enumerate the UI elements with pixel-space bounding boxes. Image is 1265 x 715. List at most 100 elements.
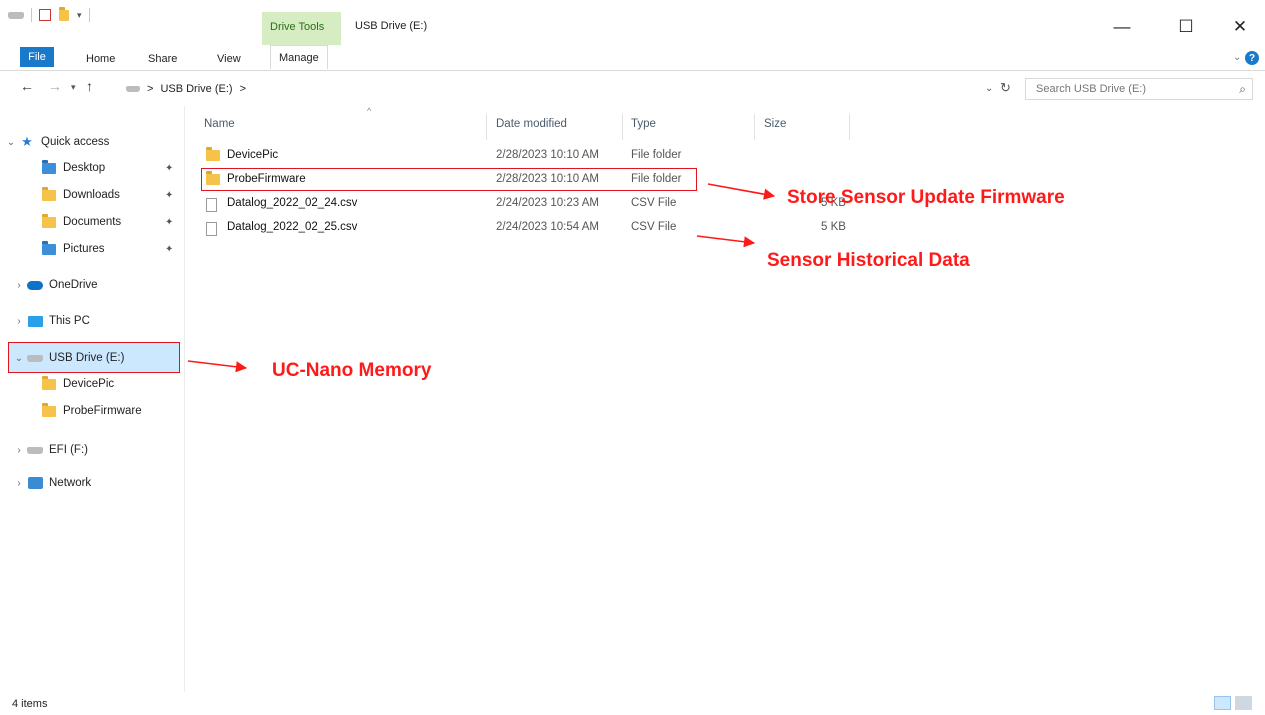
nav-label: Pictures: [63, 243, 105, 255]
column-header-name[interactable]: Name: [204, 118, 235, 130]
expand-ribbon-icon[interactable]: ⌄: [1233, 52, 1241, 63]
computer-icon: [26, 314, 44, 328]
pin-icon[interactable]: ✦: [165, 217, 173, 228]
pin-icon[interactable]: ✦: [165, 190, 173, 201]
column-divider[interactable]: [486, 114, 487, 140]
nav-documents[interactable]: Documents: [40, 210, 121, 234]
tab-view[interactable]: View: [217, 49, 241, 69]
column-header-type[interactable]: Type: [631, 118, 656, 130]
ribbon-tabs: File Home Share View Manage ⌄ ?: [0, 45, 1265, 71]
nav-this-pc[interactable]: › This PC: [12, 309, 90, 333]
table-row[interactable]: Datalog_2022_02_24.csv 2/24/2023 10:23 A…: [200, 194, 846, 215]
download-folder-icon: [40, 186, 58, 202]
file-icon: [206, 198, 217, 212]
drive-icon: [26, 443, 44, 457]
nav-label: OneDrive: [49, 279, 98, 291]
nav-label: ProbeFirmware: [63, 405, 142, 417]
help-icon[interactable]: ?: [1245, 51, 1259, 65]
probefirmware-highlight-box: [201, 168, 697, 191]
breadcrumb-usb-drive[interactable]: USB Drive (E:): [160, 83, 232, 95]
table-row[interactable]: DevicePic 2/28/2023 10:10 AM File folder: [200, 146, 700, 167]
tab-file[interactable]: File: [20, 47, 54, 67]
back-arrow-icon[interactable]: ←: [20, 78, 34, 94]
nav-label: USB Drive (E:): [49, 352, 125, 364]
nav-label: This PC: [49, 315, 90, 327]
pictures-folder-icon: [40, 240, 58, 256]
nav-quick-access[interactable]: ⌄ ★ Quick access: [4, 130, 110, 154]
maximize-icon: ☐: [1178, 17, 1194, 36]
customize-qat-icon[interactable]: ▾: [77, 10, 82, 21]
nav-efi[interactable]: › EFI (F:): [12, 438, 88, 462]
file-size: 5 KB: [821, 221, 846, 233]
nav-pictures[interactable]: Pictures: [40, 237, 105, 261]
file-date: 2/28/2023 10:10 AM: [496, 149, 599, 161]
details-view-icon[interactable]: [1214, 696, 1231, 710]
nav-downloads[interactable]: Downloads: [40, 183, 120, 207]
nav-network[interactable]: › Network: [12, 471, 91, 495]
file-name: Datalog_2022_02_25.csv: [227, 221, 358, 233]
nav-label: Desktop: [63, 162, 106, 174]
address-dropdown-chevron-icon[interactable]: ⌄: [985, 83, 993, 94]
column-header-date[interactable]: Date modified: [496, 118, 567, 130]
file-date: 2/24/2023 10:23 AM: [496, 197, 599, 209]
nav-desktop[interactable]: Desktop: [40, 156, 105, 180]
close-button[interactable]: ✕: [1217, 12, 1263, 42]
item-count: 4 items: [12, 698, 48, 710]
nav-usb-drive[interactable]: ⌄ USB Drive (E:): [12, 346, 125, 370]
nav-label: EFI (F:): [49, 444, 88, 456]
divider: [88, 8, 90, 22]
column-header-size[interactable]: Size: [764, 118, 786, 130]
annotation-historical: Sensor Historical Data: [767, 250, 970, 271]
nav-label: Downloads: [63, 189, 120, 201]
quick-access-toolbar: ▾: [8, 6, 93, 22]
nav-devicepic[interactable]: DevicePic: [40, 372, 114, 396]
address-bar[interactable]: > USB Drive (E:) >: [126, 78, 1016, 100]
column-divider[interactable]: [754, 114, 755, 140]
title-bar: ▾ Drive Tools USB Drive (E:) — ☐ ✕: [0, 0, 1265, 45]
large-icons-view-icon[interactable]: [1235, 696, 1252, 710]
properties-icon[interactable]: [39, 9, 51, 21]
pin-icon[interactable]: ✦: [165, 163, 173, 174]
column-divider[interactable]: [622, 114, 623, 140]
network-icon: [26, 476, 44, 490]
tab-share[interactable]: Share: [148, 49, 177, 69]
sort-ascending-icon: ^: [367, 106, 372, 116]
new-folder-icon[interactable]: [59, 6, 69, 21]
expanded-chevron-icon[interactable]: ⌄: [12, 353, 26, 364]
file-date: 2/24/2023 10:54 AM: [496, 221, 599, 233]
minimize-button[interactable]: —: [1099, 12, 1145, 42]
search-input[interactable]: Search USB Drive (E:) ⌕: [1025, 78, 1253, 100]
search-placeholder: Search USB Drive (E:): [1036, 83, 1147, 95]
tab-home[interactable]: Home: [86, 49, 115, 69]
refresh-icon[interactable]: ↻: [1000, 80, 1011, 96]
cloud-icon: [26, 278, 44, 292]
maximize-button[interactable]: ☐: [1163, 12, 1209, 42]
search-icon[interactable]: ⌕: [1239, 82, 1246, 97]
drive-tools-label: Drive Tools: [270, 21, 325, 33]
pin-icon[interactable]: ✦: [165, 244, 173, 255]
recent-locations-chevron-icon[interactable]: ▾: [71, 82, 76, 93]
file-list: ^ Name Date modified Type Size DevicePic…: [186, 106, 1265, 692]
address-row: ← → ▾ ↑ > USB Drive (E:) > ⌄ ↻ Search US…: [0, 74, 1265, 104]
nav-probefirmware[interactable]: ProbeFirmware: [40, 399, 142, 423]
collapsed-chevron-icon[interactable]: ›: [12, 445, 26, 456]
file-type: CSV File: [631, 197, 677, 209]
expanded-chevron-icon[interactable]: ⌄: [4, 137, 18, 148]
collapsed-chevron-icon[interactable]: ›: [12, 478, 26, 489]
documents-folder-icon: [40, 213, 58, 229]
forward-arrow-icon[interactable]: →: [48, 78, 62, 94]
nav-onedrive[interactable]: › OneDrive: [12, 273, 98, 297]
column-divider[interactable]: [849, 114, 850, 140]
collapsed-chevron-icon[interactable]: ›: [12, 280, 26, 291]
breadcrumb-separator[interactable]: >: [240, 83, 246, 95]
folder-icon: [206, 147, 220, 161]
drive-icon: [126, 86, 140, 92]
collapsed-chevron-icon[interactable]: ›: [12, 316, 26, 327]
table-row[interactable]: Datalog_2022_02_25.csv 2/24/2023 10:54 A…: [200, 218, 846, 239]
file-icon: [206, 222, 217, 236]
status-bar: 4 items: [0, 692, 1265, 715]
tab-manage[interactable]: Manage: [270, 45, 328, 69]
star-icon: ★: [21, 134, 33, 149]
file-type: File folder: [631, 149, 682, 161]
up-arrow-icon[interactable]: ↑: [86, 78, 93, 94]
